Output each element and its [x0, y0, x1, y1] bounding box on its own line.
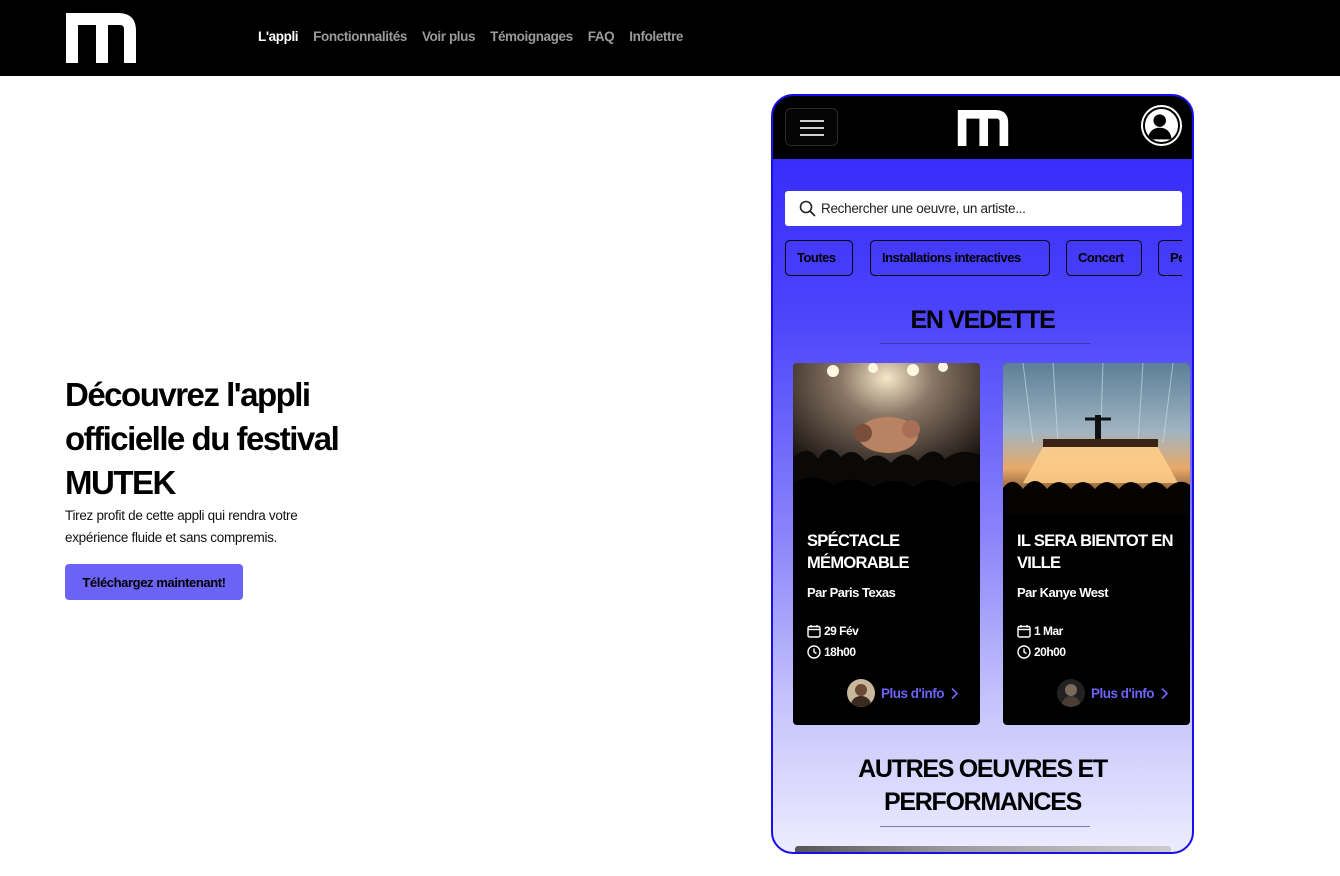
- search-input[interactable]: [821, 191, 1171, 226]
- card-artist: Par Kanye West: [1017, 585, 1109, 600]
- calendar-icon: [807, 625, 821, 638]
- card-time: 18h00: [807, 645, 856, 659]
- card-date: 1 Mar: [1017, 624, 1063, 638]
- card-time-text: 18h00: [824, 645, 856, 659]
- others-divider: [880, 826, 1090, 827]
- chip-concert[interactable]: Concert: [1066, 240, 1142, 276]
- nav-link-fonctionnalites[interactable]: Fonctionnalités: [313, 29, 407, 44]
- nav-link-appli[interactable]: L'appli: [258, 29, 299, 44]
- top-navbar: L'appli Fonctionnalités Voir plus Témoig…: [0, 0, 1340, 76]
- more-info-text[interactable]: Plus d'info: [1091, 686, 1154, 701]
- more-info-text[interactable]: Plus d'info: [881, 686, 944, 701]
- card-artist: Par Paris Texas: [807, 585, 896, 600]
- nav-link-infolettre[interactable]: Infolettre: [629, 29, 683, 44]
- main-nav: L'appli Fonctionnalités Voir plus Témoig…: [258, 29, 683, 44]
- search-icon: [799, 200, 816, 217]
- phone-mockup: Toutes Installations interactives Concer…: [771, 94, 1194, 854]
- others-title: AUTRES OEUVRES ET PERFORMANCES: [858, 755, 1108, 816]
- card-title: SPÉCTACLE MÉMORABLE: [807, 532, 910, 572]
- card-date: 29 Fév: [807, 624, 859, 638]
- stage-performance-image: [1003, 363, 1190, 514]
- hero-subtitle: Tirez profit de cette appli qui rendra v…: [65, 508, 298, 545]
- download-button[interactable]: Téléchargez maintenant!: [65, 564, 243, 600]
- next-card-preview: [795, 846, 1171, 852]
- nav-link-temoignages[interactable]: Témoignages: [490, 29, 573, 44]
- more-info-link[interactable]: Plus d'info: [847, 679, 959, 707]
- event-card[interactable]: IL SERA BIENTOT EN VILLE Par Kanye West …: [1003, 363, 1190, 725]
- chip-toutes[interactable]: Toutes: [785, 240, 853, 276]
- chevron-right-icon: [1161, 687, 1169, 699]
- card-title: IL SERA BIENTOT EN VILLE: [1017, 532, 1173, 572]
- mutek-logo[interactable]: [66, 13, 136, 63]
- mutek-app-logo[interactable]: [957, 110, 1009, 146]
- artist-avatar: [847, 679, 875, 707]
- card-time: 20h00: [1017, 645, 1066, 659]
- nav-link-voir-plus[interactable]: Voir plus: [422, 29, 476, 44]
- search-bar: [785, 191, 1182, 226]
- event-card[interactable]: SPÉCTACLE MÉMORABLE Par Paris Texas 29 F…: [793, 363, 980, 725]
- category-chips: Toutes Installations interactives Concer…: [785, 240, 1182, 278]
- chip-installations-interactives[interactable]: Installations interactives: [870, 240, 1050, 276]
- chevron-right-icon: [951, 687, 959, 699]
- card-date-text: 1 Mar: [1034, 624, 1063, 638]
- card-time-text: 20h00: [1034, 645, 1066, 659]
- clock-icon: [807, 645, 821, 659]
- artist-avatar: [1057, 679, 1085, 707]
- profile-icon[interactable]: [1143, 107, 1180, 144]
- nav-link-faq[interactable]: FAQ: [588, 29, 615, 44]
- featured-title: EN VEDETTE: [910, 306, 1056, 334]
- clock-icon: [1017, 645, 1031, 659]
- featured-divider: [880, 343, 1090, 344]
- card-date-text: 29 Fév: [824, 624, 859, 638]
- hero-title: Découvrez l'appli officielle du festival…: [65, 376, 340, 501]
- concert-crowd-image: [793, 363, 980, 514]
- hamburger-menu-icon[interactable]: [785, 108, 838, 146]
- more-info-link[interactable]: Plus d'info: [1057, 679, 1169, 707]
- chip-performance[interactable]: Pe: [1158, 240, 1182, 276]
- calendar-icon: [1017, 625, 1031, 638]
- app-header: [773, 96, 1192, 159]
